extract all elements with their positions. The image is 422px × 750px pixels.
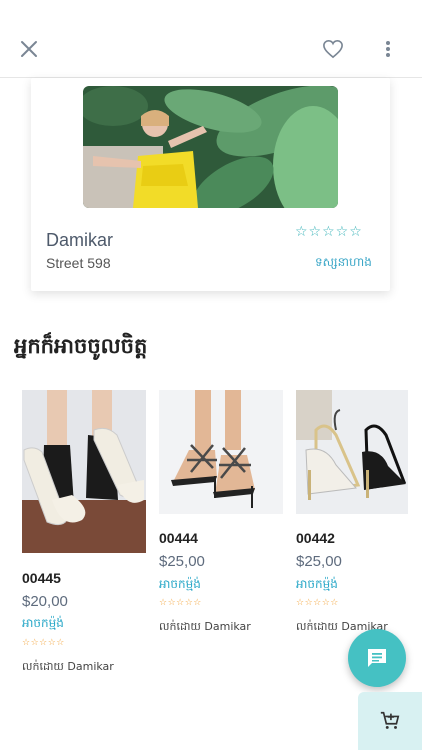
close-icon[interactable] bbox=[14, 34, 44, 64]
add-to-cart-icon bbox=[380, 711, 400, 729]
store-rating-stars: ☆☆☆☆☆ bbox=[295, 224, 363, 240]
store-banner-image bbox=[83, 86, 338, 208]
heart-icon[interactable] bbox=[318, 34, 348, 64]
store-address: Street 598 bbox=[46, 255, 111, 271]
store-card[interactable]: Damikar Street 598 ☆☆☆☆☆ ទស្សនាហាង bbox=[31, 78, 390, 291]
product-card[interactable]: 00444 $25,00 អាចកម្ម៉ង់ ☆☆☆☆☆ លក់ដោយ Dam… bbox=[159, 390, 283, 640]
product-code: 00444 bbox=[159, 530, 198, 546]
top-bar bbox=[0, 0, 422, 78]
chat-button[interactable] bbox=[348, 629, 406, 687]
more-vertical-icon[interactable] bbox=[376, 34, 400, 64]
product-status: អាចកម្ម៉ង់ bbox=[159, 577, 201, 591]
add-to-cart-button[interactable] bbox=[358, 692, 422, 750]
product-code: 00442 bbox=[296, 530, 335, 546]
store-name: Damikar bbox=[46, 230, 114, 250]
product-seller: លក់ដោយ Damikar bbox=[22, 660, 114, 673]
product-card[interactable]: 00445 $20,00 អាចកម្ម៉ង់ ☆☆☆☆☆ លក់ដោយ Dam… bbox=[22, 390, 146, 690]
product-status: អាចកម្ម៉ង់ bbox=[22, 616, 64, 630]
section-title: អ្នកក៏អាចចូលចិត្ត bbox=[14, 334, 148, 358]
product-price: $20,00 bbox=[22, 593, 68, 610]
product-rating-stars: ☆☆☆☆☆ bbox=[296, 598, 339, 608]
product-rating-stars: ☆☆☆☆☆ bbox=[159, 598, 202, 608]
visit-store-link[interactable]: ទស្សនាហាង bbox=[315, 254, 372, 272]
chat-icon bbox=[368, 649, 386, 667]
product-price: $25,00 bbox=[296, 553, 342, 570]
product-image bbox=[159, 390, 283, 514]
product-rating-stars: ☆☆☆☆☆ bbox=[22, 638, 65, 648]
product-status: អាចកម្ម៉ង់ bbox=[296, 577, 338, 591]
product-code: 00445 bbox=[22, 570, 61, 586]
product-card[interactable]: 00442 $25,00 អាចកម្ម៉ង់ ☆☆☆☆☆ លក់ដោយ Dam… bbox=[296, 390, 408, 640]
product-image bbox=[296, 390, 408, 514]
product-seller: លក់ដោយ Damikar bbox=[159, 620, 251, 633]
product-image bbox=[22, 390, 146, 553]
product-price: $25,00 bbox=[159, 553, 205, 570]
